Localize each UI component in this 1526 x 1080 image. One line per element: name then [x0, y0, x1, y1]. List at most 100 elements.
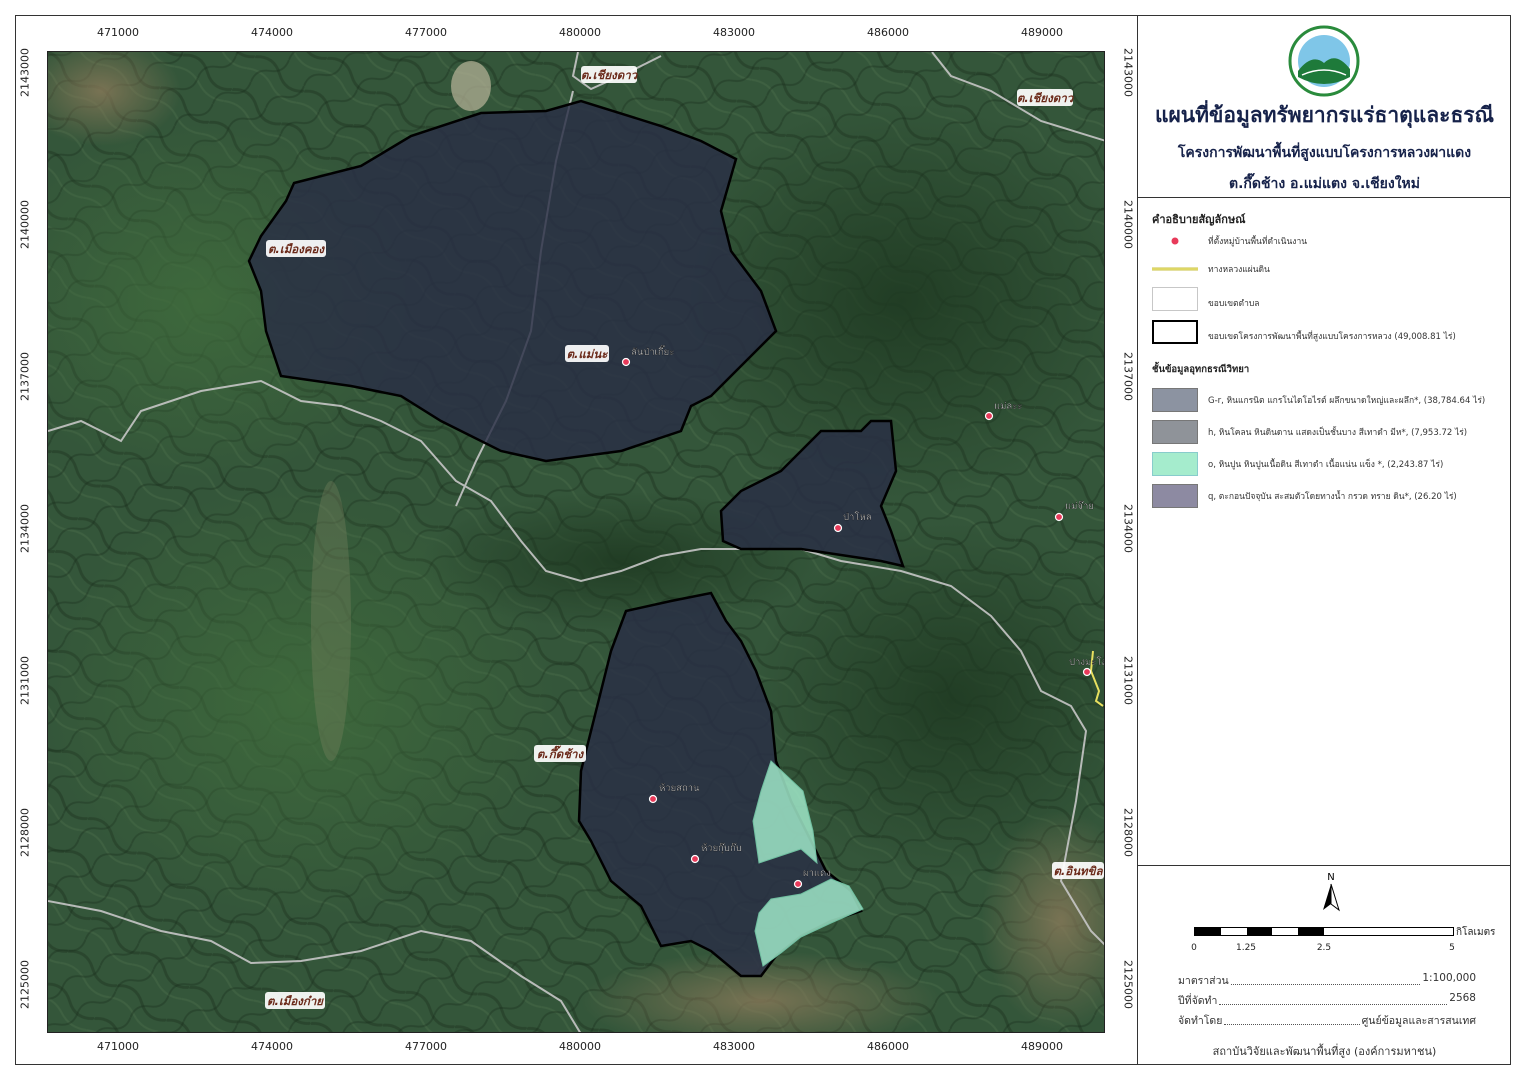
grid-y-label-right: 2140000	[1121, 200, 1135, 249]
svg-text:ปางมะโอ: ปางมะโอ	[1069, 656, 1105, 668]
grid-y-label-left: 2131000	[18, 656, 32, 705]
scale-bar	[1194, 927, 1454, 936]
svg-text:แม่ละะ: แม่ละะ	[994, 401, 1022, 412]
grid-x-label-top: 486000	[867, 26, 909, 39]
svg-text:ผาแดง: ผาแดง	[803, 868, 831, 879]
geology-title: ชั้นข้อมูลอุทกธรณีวิทยา	[1152, 364, 1250, 375]
grid-y-label-left: 2128000	[18, 808, 32, 857]
scale-tick: 2.5	[1316, 943, 1332, 953]
legend-label: G-r, หินแกรนิต แกรโนไดโอไรต์ ผลึกขนาดใหญ…	[1208, 396, 1486, 406]
svg-text:ต.เมืองก๋าย: ต.เมืองก๋าย	[267, 994, 324, 1008]
grid-y-label-left: 2143000	[18, 48, 32, 97]
grid-x-label-bottom: 486000	[867, 1040, 909, 1053]
scale-tick: 0	[1191, 943, 1197, 953]
hrdi-logo-icon	[1288, 25, 1360, 97]
svg-text:ต.เมืองคอง: ต.เมืองคอง	[268, 242, 325, 256]
grid-x-label-bottom: 477000	[405, 1040, 447, 1053]
geology-swatch	[1152, 388, 1198, 412]
geology-swatch	[1152, 420, 1198, 444]
institute-name: สถาบันวิจัยและพัฒนาพื้นที่สูง (องค์การมห…	[1212, 1045, 1437, 1058]
grid-x-label-bottom: 471000	[97, 1040, 139, 1053]
subdistrict-label: ต.เมืองคอง	[266, 240, 326, 257]
maker-value: ศูนย์ข้อมูลและสารสนเทศ	[1361, 1015, 1476, 1027]
grid-x-label-top: 477000	[405, 26, 447, 39]
grid-y-label-left: 2137000	[18, 352, 32, 401]
svg-text:แม่จ๊าย: แม่จ๊าย	[1065, 500, 1094, 512]
grid-x-label-top: 489000	[1021, 26, 1063, 39]
legend-item-village: ที่ตั้งหมู่บ้านพื้นที่ดำเนินงาน	[1152, 233, 1502, 259]
year-value: 2568	[1449, 992, 1476, 1004]
north-arrow-icon: N	[1323, 872, 1340, 912]
map-title: แผนที่ข้อมูลทรัพยากรแร่ธาตุและธรณี	[1154, 103, 1495, 127]
year-row: ปีที่จัดทำ 2568	[1178, 992, 1476, 1009]
svg-text:ต.อินทขิล: ต.อินทขิล	[1053, 864, 1103, 878]
year-label: ปีที่จัดทำ	[1178, 995, 1218, 1007]
scale-value: 1:100,000	[1422, 972, 1476, 984]
legend-label: h, หินโคลน หินดินดาน แสดงเป็นชั้นบาง สีเ…	[1208, 428, 1468, 438]
geology-swatch	[1152, 484, 1198, 508]
maker-label: จัดทำโดย	[1178, 1015, 1223, 1027]
subdistrict-label: ต.เชียงดาว	[1017, 89, 1075, 106]
map-info-panel: แผนที่ข้อมูลทรัพยากรแร่ธาตุและธรณี โครงก…	[1137, 15, 1511, 1065]
grid-y-label-left: 2140000	[18, 200, 32, 249]
geology-swatch	[1152, 452, 1198, 476]
svg-text:ต.เชียงดาว: ต.เชียงดาว	[581, 68, 639, 82]
svg-text:ต.แม่นะ: ต.แม่นะ	[567, 347, 609, 361]
scale-row: มาตราส่วน 1:100,000	[1178, 972, 1476, 989]
subdistrict-label: ต.กึ๊ดช้าง	[534, 745, 586, 762]
grid-y-label-left: 2125000	[18, 960, 32, 1009]
subdistrict-label: ต.อินทขิล	[1052, 862, 1104, 879]
legend-item-geology-q: q, ตะกอนปัจจุบัน สะสมตัวโดยทางน้ำ กรวด ท…	[1152, 484, 1502, 510]
grid-x-label-bottom: 489000	[1021, 1040, 1063, 1053]
grid-x-label-bottom: 474000	[251, 1040, 293, 1053]
grid-y-label-right: 2134000	[1121, 504, 1135, 553]
subdistrict-label: ต.แม่นะ	[565, 345, 609, 362]
legend-item-geology-o: o, หินปูน หินปูนเนื้อดิน สีเทาดำ เนื้อแน…	[1152, 452, 1502, 478]
grid-y-label-right: 2137000	[1121, 352, 1135, 401]
subdistrict-boundary-swatch	[1152, 287, 1198, 311]
grid-x-label-top: 483000	[713, 26, 755, 39]
legend-label: o, หินปูน หินปูนเนื้อดิน สีเทาดำ เนื้อแน…	[1208, 460, 1444, 470]
scale-unit: กิโลเมตร	[1456, 927, 1496, 938]
svg-text:ต.กึ๊ดช้าง: ต.กึ๊ดช้าง	[537, 745, 585, 761]
maker-row: จัดทำโดย ศูนย์ข้อมูลและสารสนเทศ	[1178, 1012, 1476, 1029]
panel-divider	[1138, 865, 1511, 866]
map-canvas[interactable]: ต.เชียงดาว ต.เชียงดาว ต.เมืองคอง ต.แม่นะ…	[47, 51, 1105, 1033]
legend-label: q, ตะกอนปัจจุบัน สะสมตัวโดยทางน้ำ กรวด ท…	[1208, 492, 1457, 502]
scale-tick: 1.25	[1235, 943, 1257, 953]
village-marker-icon	[1170, 236, 1180, 246]
legend-item-geology-h: h, หินโคลน หินดินดาน แสดงเป็นชั้นบาง สีเ…	[1152, 420, 1502, 446]
svg-text:ห้วยสถาน: ห้วยสถาน	[659, 783, 700, 794]
svg-text:ต.เชียงดาว: ต.เชียงดาว	[1017, 91, 1075, 105]
legend-item-project: ขอบเขตโครงการพัฒนาพื้นที่สูงแบบโครงการหล…	[1152, 320, 1502, 346]
legend-item-geology-gr: G-r, หินแกรนิต แกรโนไดโอไรต์ ผลึกขนาดใหญ…	[1152, 388, 1502, 414]
legend-label: ทางหลวงแผ่นดิน	[1208, 265, 1270, 275]
map-subtitle: โครงการพัฒนาพื้นที่สูงแบบโครงการหลวงผาแด…	[1177, 145, 1472, 161]
svg-text:N: N	[1327, 872, 1334, 883]
scale-tick: 5	[1449, 943, 1455, 953]
grid-y-label-right: 2143000	[1121, 48, 1135, 97]
grid-x-label-bottom: 483000	[713, 1040, 755, 1053]
legend-label: ขอบเขตตำบล	[1208, 299, 1260, 309]
legend-label: ขอบเขตโครงการพัฒนาพื้นที่สูงแบบโครงการหล…	[1208, 332, 1456, 342]
map-location: ต.กึ๊ดช้าง อ.แม่แตง จ.เชียงใหม่	[1229, 176, 1420, 192]
grid-y-label-left: 2134000	[18, 504, 32, 553]
legend-label: ที่ตั้งหมู่บ้านพื้นที่ดำเนินงาน	[1208, 237, 1308, 247]
subdistrict-label: ต.เมืองก๋าย	[265, 992, 325, 1009]
highway-line-icon	[1152, 267, 1198, 271]
scale-label: มาตราส่วน	[1178, 975, 1229, 987]
grid-y-label-right: 2125000	[1121, 960, 1135, 1009]
svg-text:ลันป่าเกี๊ยะ: ลันป่าเกี๊ยะ	[631, 344, 674, 358]
svg-text:ป่าโหล: ป่าโหล	[843, 511, 872, 523]
svg-text:ห้วยกุ๊บก๊บ: ห้วยกุ๊บก๊บ	[701, 842, 742, 854]
grid-x-label-top: 471000	[97, 26, 139, 39]
grid-x-label-bottom: 480000	[559, 1040, 601, 1053]
legend-item-highway: ทางหลวงแผ่นดิน	[1152, 261, 1502, 287]
panel-divider	[1138, 197, 1511, 198]
grid-y-label-right: 2128000	[1121, 808, 1135, 857]
legend-item-subdistrict: ขอบเขตตำบล	[1152, 287, 1502, 313]
grid-x-label-top: 480000	[559, 26, 601, 39]
legend-title: คำอธิบายสัญลักษณ์	[1152, 213, 1246, 226]
subdistrict-label: ต.เชียงดาว	[581, 66, 639, 83]
grid-x-label-top: 474000	[251, 26, 293, 39]
